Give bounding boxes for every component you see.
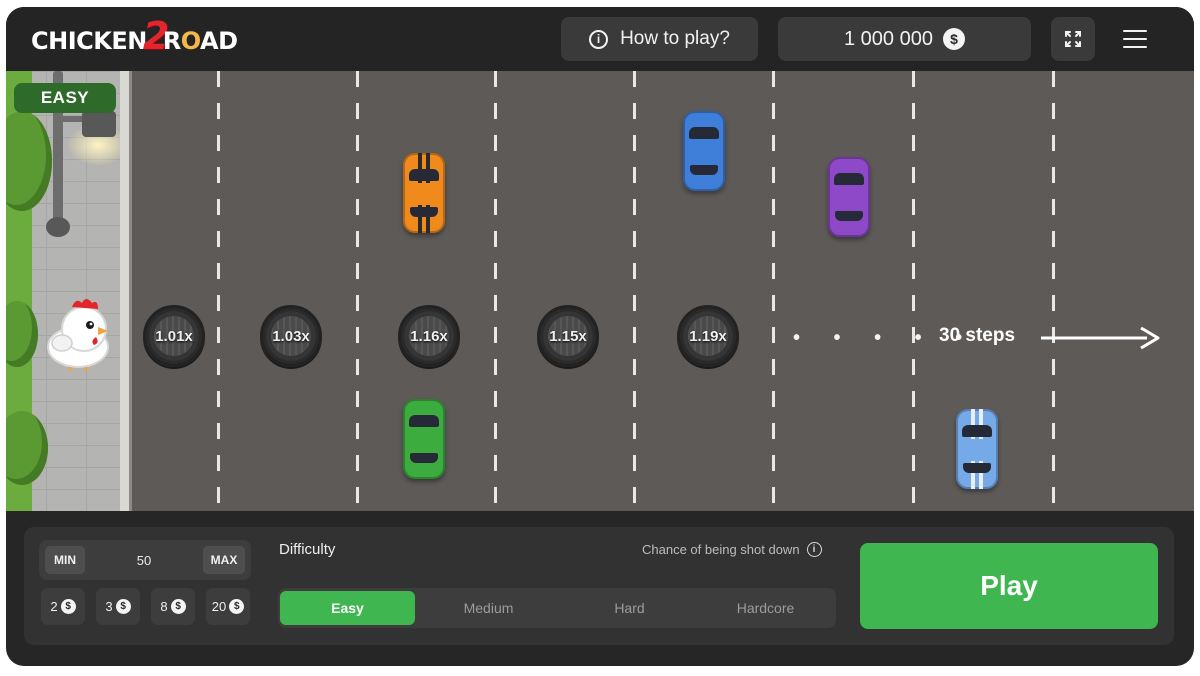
how-to-play-label: How to play? [620, 28, 730, 49]
hamburger-menu-button[interactable] [1116, 22, 1154, 56]
multiplier-cover[interactable]: 1.01x [143, 305, 205, 367]
fullscreen-icon [1065, 31, 1081, 47]
lane-divider [217, 71, 220, 511]
difficulty-tab-hard[interactable]: Hard [562, 591, 697, 625]
balance-value: 1 000 000 [844, 27, 933, 50]
multiplier-cover[interactable]: 1.03x [260, 305, 322, 367]
bet-amount-input[interactable]: MIN 50 MAX [39, 540, 251, 580]
curb [120, 71, 132, 511]
lane-divider [356, 71, 359, 511]
arrow-right-icon [1041, 326, 1160, 350]
difficulty-tab-easy[interactable]: Easy [280, 591, 415, 625]
top-bar: CHICKEN 2 ROAD i How to play? 1 000 000 $ [6, 7, 1194, 71]
lane-divider [912, 71, 915, 511]
chicken-icon [47, 299, 109, 371]
dollar-coin-icon: $ [942, 28, 965, 50]
game-window: CHICKEN 2 ROAD i How to play? 1 000 000 $ [6, 7, 1194, 666]
lane-divider [772, 71, 775, 511]
min-button[interactable]: MIN [45, 546, 85, 574]
car-blue [683, 111, 725, 191]
logo: CHICKEN 2 ROAD [31, 14, 238, 58]
how-to-play-button[interactable]: i How to play? [561, 17, 758, 61]
dollar-coin-icon: $ [170, 599, 186, 614]
car-light-blue [956, 409, 998, 489]
difficulty-tab-hardcore[interactable]: Hardcore [698, 591, 833, 625]
chance-label: Chance of being shot down [642, 542, 800, 557]
difficulty-title: Difficulty [279, 541, 336, 558]
road-scene: EASY 1.01x 1.03x 1.16x 1.15x 1.19x • • •… [6, 71, 1194, 511]
quick-bet-button[interactable]: 2 $ [41, 588, 85, 625]
steps-label: 30 steps [939, 325, 1016, 346]
car-purple [828, 157, 870, 237]
menu-icon [1123, 30, 1147, 32]
info-icon[interactable]: i [806, 542, 822, 557]
lane-divider [494, 71, 497, 511]
car-green [403, 399, 445, 479]
lane-divider [633, 71, 636, 511]
info-icon: i [589, 29, 609, 49]
quick-bet-button[interactable]: 3 $ [96, 588, 140, 625]
dollar-coin-icon: $ [115, 599, 131, 614]
multiplier-cover[interactable]: 1.16x [398, 305, 460, 367]
chance-info[interactable]: Chance of being shot down i [642, 542, 822, 557]
balance-display: 1 000 000 $ [778, 17, 1031, 61]
multiplier-cover[interactable]: 1.19x [677, 305, 739, 367]
quick-bet-button[interactable]: 8 $ [151, 588, 195, 625]
car-orange [403, 153, 445, 233]
fullscreen-button[interactable] [1051, 17, 1095, 61]
difficulty-badge: EASY [14, 83, 116, 113]
control-panel: MIN 50 MAX 2 $ 3 $ 8 $ 20 $ Difficulty Chanc… [24, 527, 1174, 645]
difficulty-tab-medium[interactable]: Medium [421, 591, 556, 625]
dollar-coin-icon: $ [229, 599, 245, 614]
max-button[interactable]: MAX [203, 546, 245, 574]
bet-amount-value[interactable]: 50 [109, 540, 179, 580]
multiplier-cover[interactable]: 1.15x [537, 305, 599, 367]
dollar-coin-icon: $ [60, 599, 76, 614]
difficulty-selector: Easy Medium Hard Hardcore [278, 588, 836, 628]
play-button[interactable]: Play [860, 543, 1158, 629]
lamp-head [82, 111, 116, 137]
quick-bet-button[interactable]: 20 $ [206, 588, 250, 625]
lane-divider [1052, 71, 1055, 511]
